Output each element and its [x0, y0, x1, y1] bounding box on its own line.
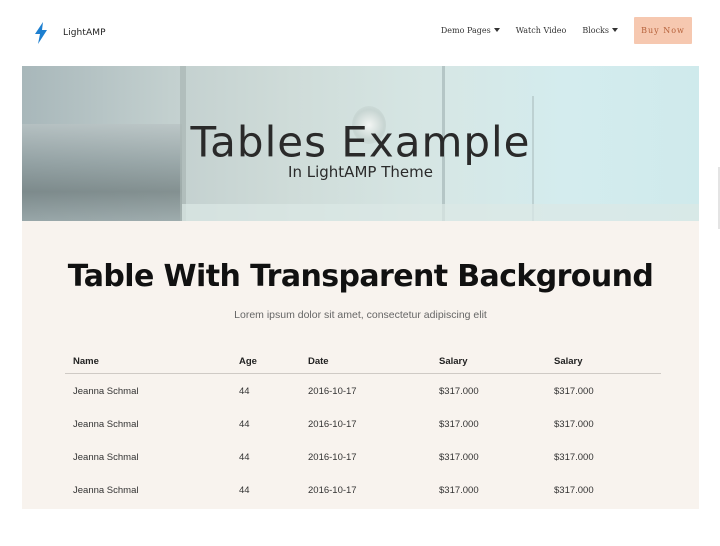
table-header-row: Name Age Date Salary Salary — [65, 349, 661, 374]
table-cell: $317.000 — [554, 385, 594, 397]
column-header-age: Age — [231, 349, 300, 374]
nav-item-label: Watch Video — [515, 25, 567, 35]
brand[interactable]: LightAMP — [34, 22, 106, 44]
lightning-bolt-icon — [34, 22, 48, 44]
table-row: Jeanna Schmal 44 2016-10-17 $317.000 $31… — [65, 474, 661, 507]
main-nav: Demo Pages Watch Video Blocks Buy Now — [441, 16, 692, 44]
section-subtitle: Lorem ipsum dolor sit amet, consectetur … — [234, 309, 487, 321]
hero-window-sill — [182, 204, 699, 221]
hero-banner: Tables Example In LightAMP Theme — [22, 66, 699, 221]
buy-now-button[interactable]: Buy Now — [634, 16, 692, 44]
nav-item-watch-video[interactable]: Watch Video — [516, 26, 567, 35]
caret-down-icon — [493, 28, 500, 32]
column-header-name: Name — [65, 349, 231, 374]
caret-down-icon — [612, 28, 618, 32]
table-cell: 2016-10-17 — [308, 419, 357, 430]
top-navbar: LightAMP Demo Pages Watch Video Blocks B… — [0, 0, 720, 66]
table-cell: Jeanna Schmal — [73, 485, 139, 496]
page-title: Tables Example — [190, 117, 531, 167]
table-cell: 2016-10-17 — [308, 385, 357, 397]
table-cell: 44 — [239, 419, 250, 430]
table-cell: $317.000 — [439, 485, 479, 496]
column-header-salary: Salary — [431, 349, 546, 374]
table-cell: $317.000 — [439, 419, 479, 430]
table-cell: $317.000 — [554, 452, 594, 463]
section-title: Table With Transparent Background — [67, 259, 654, 294]
table-cell: 2016-10-17 — [308, 485, 357, 496]
data-table: Name Age Date Salary Salary Jeanna Schma… — [65, 349, 661, 507]
page-subtitle: In LightAMP Theme — [288, 163, 433, 181]
table-row: Jeanna Schmal 44 2016-10-17 $317.000 $31… — [65, 374, 661, 409]
nav-item-blocks[interactable]: Blocks — [582, 26, 618, 35]
table-cell: Jeanna Schmal — [73, 419, 139, 430]
nav-item-label: Blocks — [582, 25, 609, 35]
table-cell: Jeanna Schmal — [73, 452, 139, 463]
nav-item-demo-pages[interactable]: Demo Pages — [441, 26, 500, 35]
column-header-date: Date — [300, 349, 431, 374]
table-cell: 2016-10-17 — [308, 452, 357, 463]
table-cell: $317.000 — [439, 452, 479, 463]
table-cell: 44 — [239, 385, 250, 397]
table-cell: $317.000 — [554, 485, 594, 496]
table-cell: $317.000 — [439, 385, 479, 397]
table-cell: Jeanna Schmal — [73, 385, 139, 397]
table-cell: 44 — [239, 485, 250, 496]
table-section: Table With Transparent Background Lorem … — [22, 221, 699, 509]
table-row: Jeanna Schmal 44 2016-10-17 $317.000 $31… — [65, 441, 661, 474]
column-header-salary: Salary — [546, 349, 661, 374]
table-cell: 44 — [239, 452, 250, 463]
table-row: Jeanna Schmal 44 2016-10-17 $317.000 $31… — [65, 408, 661, 441]
table-cell: $317.000 — [554, 419, 594, 430]
nav-item-label: Demo Pages — [440, 25, 491, 35]
brand-name: LightAMP — [63, 28, 106, 38]
